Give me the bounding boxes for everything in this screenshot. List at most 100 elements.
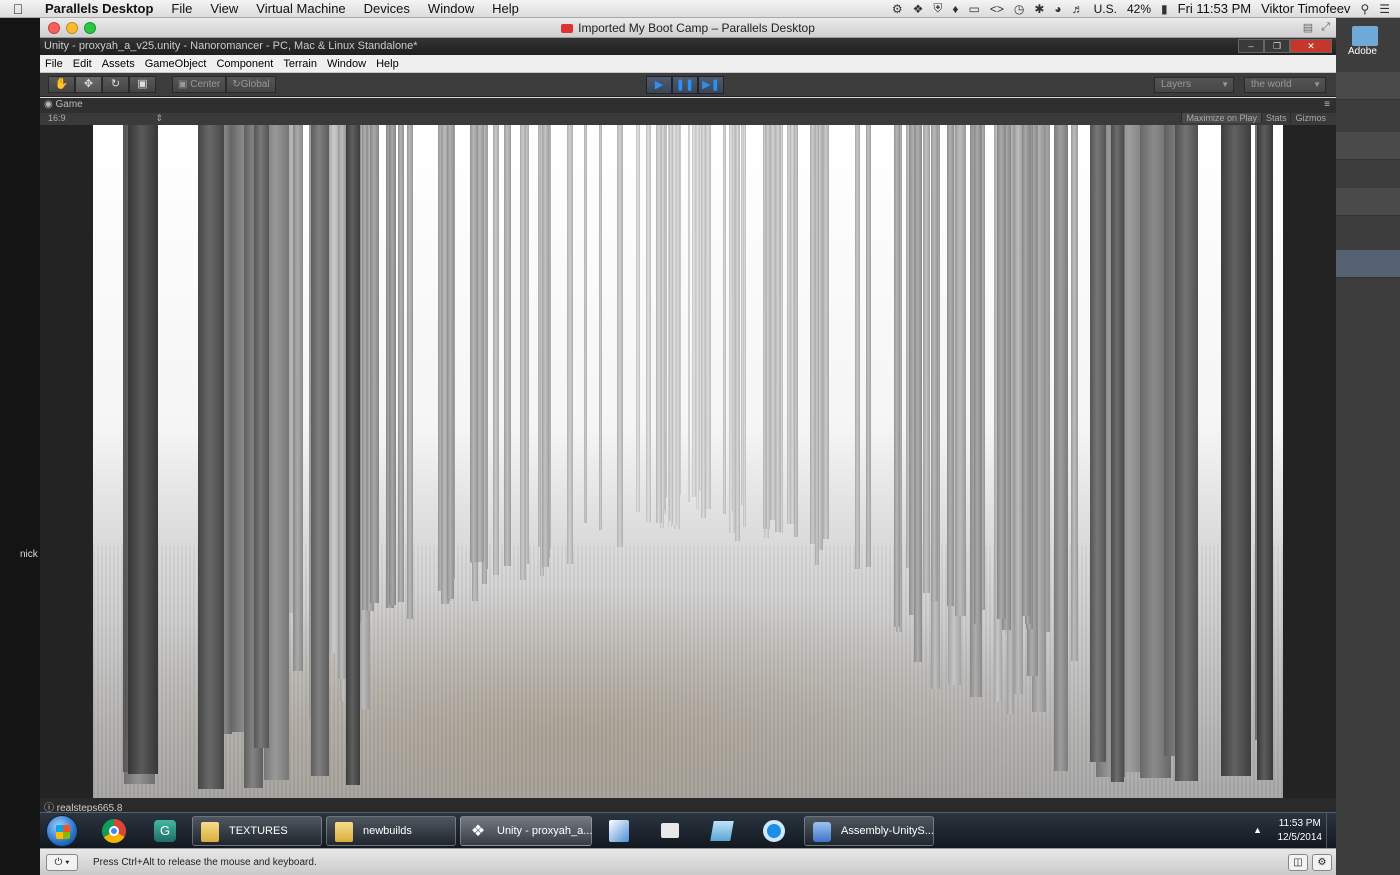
unity-menu-edit[interactable]: Edit [68, 58, 97, 70]
chevron-down-icon: ▼ [1221, 80, 1229, 89]
mac-menu-virtual-machine[interactable]: Virtual Machine [247, 1, 354, 16]
unity-menu-gameobject[interactable]: GameObject [140, 58, 212, 70]
settings-gear-icon[interactable]: ⚙ [1312, 854, 1332, 871]
tree-trunk [931, 125, 938, 601]
media-app-icon[interactable] [652, 816, 688, 846]
apple-menu-icon[interactable]:  [0, 1, 36, 17]
hand-tool-icon[interactable]: ✋ [48, 76, 75, 93]
aspect-dropdown[interactable]: 16:9 ⇕ [48, 113, 163, 124]
tree-trunk [1111, 125, 1124, 782]
taskbar-clock[interactable]: 11:53 PM 12/5/2014 [1278, 817, 1323, 845]
tree-trunk [599, 125, 602, 530]
unity-menu-file[interactable]: File [40, 58, 68, 70]
app-icon[interactable]: G [146, 816, 182, 846]
dropbox-icon[interactable]: ❖ [913, 2, 924, 16]
unity-menu-window[interactable]: Window [322, 58, 371, 70]
tree-trunk [656, 125, 662, 523]
layers-dropdown[interactable]: Layers ▼ [1154, 77, 1234, 93]
taskbar-item-newbuilds[interactable]: newbuilds [326, 816, 456, 846]
pause-button[interactable]: ❚❚ [672, 76, 698, 94]
game-view-buttons: Maximize on Play Stats Gizmos [1181, 113, 1330, 123]
desktop-icon-label[interactable]: nick [20, 549, 38, 560]
mac-app-menu[interactable]: Parallels Desktop [36, 1, 162, 16]
rotate-tool-icon[interactable]: ↻ [102, 76, 129, 93]
layout-dropdown[interactable]: the world ▼ [1244, 77, 1326, 93]
taskbar-item-unity[interactable]: ❖ Unity - proxyah_a... [460, 816, 592, 846]
taskbar-item-assembly[interactable]: Assembly-UnityS... [804, 816, 934, 846]
unity-menu-component[interactable]: Component [211, 58, 278, 70]
time-machine-icon[interactable]: ◷ [1014, 2, 1024, 16]
tree-trunk [504, 125, 511, 566]
notification-center-icon[interactable]: ☰ [1379, 2, 1390, 16]
scale-tool-icon[interactable]: ▣ [129, 76, 156, 93]
layers-dropdown-label: Layers [1161, 79, 1192, 90]
folder-icon[interactable] [1352, 26, 1378, 46]
fullscreen-icon[interactable]: ⤢ [1321, 21, 1330, 34]
spotlight-search-icon[interactable]: ⚲ [1360, 2, 1369, 16]
start-button[interactable] [46, 815, 78, 847]
quicktime-icon[interactable] [756, 816, 792, 846]
unity-menu-terrain[interactable]: Terrain [278, 58, 322, 70]
taskbar-item-label: TEXTURES [229, 825, 288, 837]
code-icon[interactable]: <> [990, 2, 1004, 16]
tree-trunk [787, 125, 791, 524]
battery-percent[interactable]: 42% [1127, 2, 1151, 16]
shield-icon[interactable]: ⛨ [933, 1, 942, 16]
tree-trunk [493, 125, 499, 575]
taskbar-date: 12/5/2014 [1277, 832, 1323, 843]
mac-menu-devices[interactable]: Devices [355, 1, 419, 16]
mac-user[interactable]: Viktor Timofeev [1261, 1, 1350, 16]
close-button[interactable]: ✕ [1290, 39, 1332, 53]
unity-menu-help[interactable]: Help [371, 58, 404, 70]
unity-window-buttons: – ❐ ✕ [1238, 39, 1332, 53]
step-button[interactable]: ▶❚ [698, 76, 724, 94]
minimize-button[interactable]: – [1238, 39, 1264, 53]
bluetooth-icon[interactable]: ✱ [1034, 2, 1044, 16]
mac-menu-window[interactable]: Window [419, 1, 483, 16]
stats-toggle[interactable]: Stats [1260, 113, 1291, 123]
document-app-icon[interactable] [704, 816, 740, 846]
tree-trunk [389, 125, 396, 605]
mac-menu-file[interactable]: File [162, 1, 201, 16]
airplay-icon[interactable]: ▭ [968, 2, 979, 16]
tree-trunk [293, 125, 303, 671]
tab-game[interactable]: ◉ Game [44, 99, 83, 110]
coherence-icon[interactable]: ▤ [1303, 21, 1313, 34]
wifi-icon[interactable]: ◕ [1054, 2, 1061, 16]
desktop-folder-label[interactable]: Adobe [1348, 46, 1377, 57]
layout-dropdown-label: the world [1251, 79, 1292, 90]
tree-trunk [766, 125, 770, 529]
pivot-space-button[interactable]: ↻Global [226, 76, 276, 93]
parallels-window-controls: ▤ ⤢ [1303, 21, 1330, 34]
tree-trunk [1257, 125, 1273, 780]
mac-clock[interactable]: Fri 11:53 PM [1178, 1, 1251, 16]
taskbar-item-textures[interactable]: TEXTURES [192, 816, 322, 846]
forest-scene[interactable] [93, 125, 1283, 798]
move-tool-icon[interactable]: ✥ [75, 76, 102, 93]
unity-menu-assets[interactable]: Assets [97, 58, 140, 70]
console-status-bar[interactable]: ⓘ realsteps665.8 [40, 798, 1336, 814]
pivot-mode-button[interactable]: ▣ Center [172, 76, 227, 93]
tree-trunk [735, 125, 740, 541]
maximize-on-play-toggle[interactable]: Maximize on Play [1181, 113, 1261, 123]
volume-icon[interactable]: ♬ [1072, 2, 1084, 16]
show-desktop-button[interactable] [1326, 813, 1336, 849]
show-hidden-icons[interactable]: ▲ [1253, 825, 1262, 835]
gizmos-dropdown[interactable]: Gizmos [1290, 113, 1330, 123]
wrench-icon[interactable]: ⚙ [892, 2, 903, 16]
mac-menu-help[interactable]: Help [483, 1, 528, 16]
play-button[interactable]: ▶ [646, 76, 672, 94]
power-menu-button[interactable]: ⏻ ▾ [46, 854, 78, 871]
parallels-titlebar: Imported My Boot Camp – Parallels Deskto… [40, 18, 1336, 38]
restore-button[interactable]: ❐ [1264, 39, 1290, 53]
chrome-icon[interactable] [96, 816, 132, 846]
input-source[interactable]: U.S. [1094, 2, 1117, 16]
panel-menu-icon[interactable]: ≡ [1324, 99, 1330, 110]
feather-app-icon[interactable] [600, 816, 636, 846]
mac-menu-view[interactable]: View [201, 1, 247, 16]
parallels-window-title: Imported My Boot Camp – Parallels Deskto… [40, 21, 1336, 35]
display-toggle-button[interactable]: ◫ [1288, 854, 1308, 871]
game-viewport[interactable] [40, 125, 1336, 798]
window-title-text: Imported My Boot Camp – Parallels Deskto… [578, 21, 815, 35]
bell-icon[interactable]: ♦ [952, 2, 958, 16]
